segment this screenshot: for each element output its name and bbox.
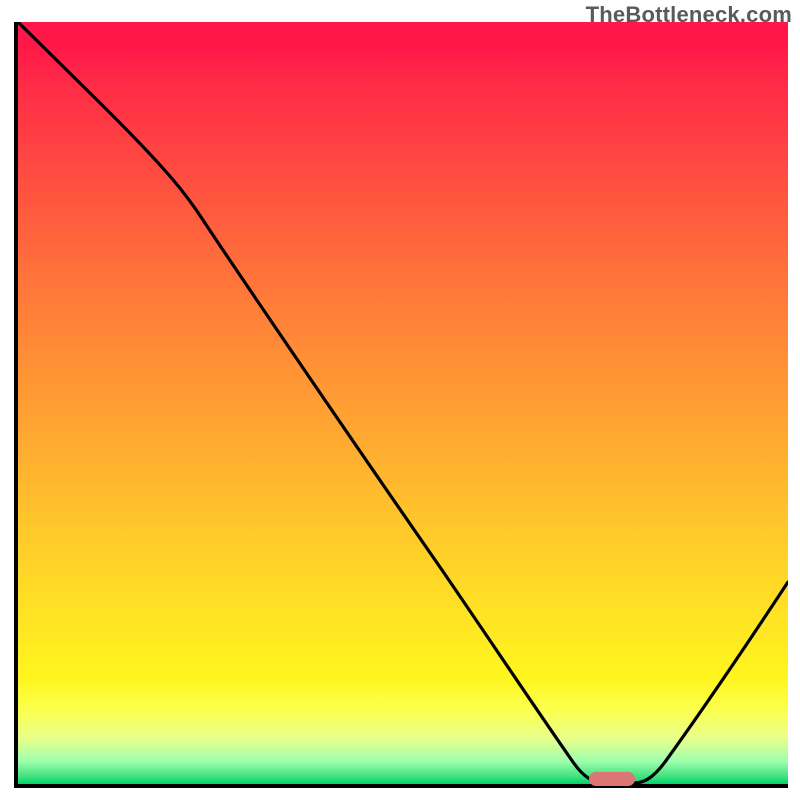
plot-area (14, 22, 788, 788)
watermark-text: TheBottleneck.com (586, 2, 792, 28)
axes-frame (14, 22, 788, 788)
chart-container: TheBottleneck.com (0, 0, 800, 800)
optimal-range-marker (589, 772, 635, 786)
